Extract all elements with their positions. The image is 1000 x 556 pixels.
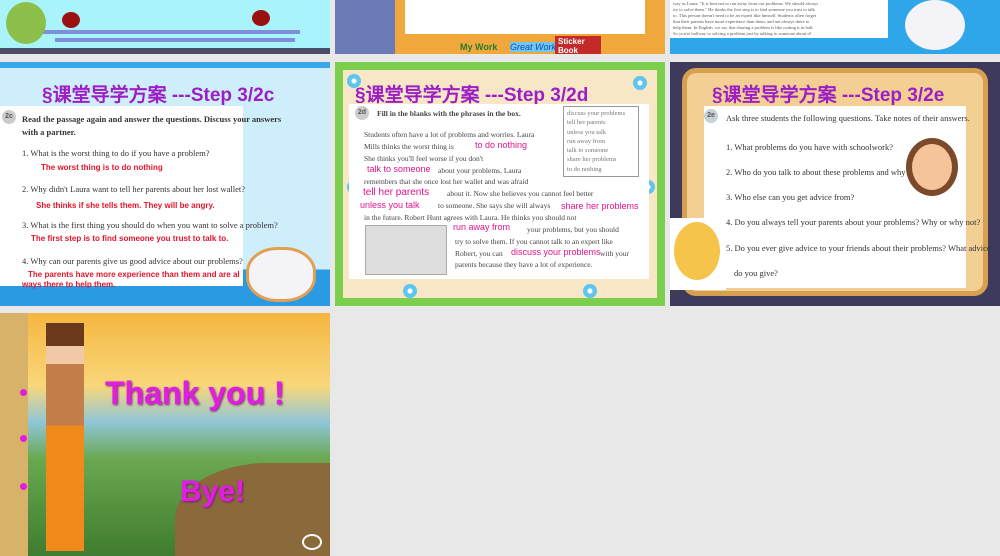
passage-line: remembers that she once lost her wallet …: [364, 177, 529, 186]
leaf-icon: [6, 2, 46, 44]
cartoon-image: [335, 0, 395, 54]
filled-answer: unless you talk: [360, 200, 420, 210]
exercise-badge: 2d: [355, 106, 369, 120]
slide-thumbnail-3[interactable]: way as Laura. "It is best not to run awa…: [670, 0, 1000, 54]
passage-line: to someone. She says she will always: [438, 201, 551, 210]
answer: The first step is to find someone you tr…: [31, 234, 229, 243]
slide-title: §课堂导学方案 ---Step 3/2c: [42, 85, 275, 106]
passage-line: Mills thinks the worst thing is: [364, 142, 454, 151]
phrase: tell her parents: [567, 119, 606, 127]
slide-thumbnail-2[interactable]: My Work Great Work Sticker Book: [335, 0, 665, 54]
question: 2. Why didn't Laura want to tell her par…: [22, 184, 246, 194]
slide-title: §课堂导学方案 ---Step 3/2e: [712, 85, 945, 106]
filled-answer: to do nothing: [475, 140, 528, 150]
phrase: talk to someone: [567, 147, 609, 155]
book-label: Sticker Book: [555, 36, 601, 54]
boy-cartoon-image: [906, 138, 958, 196]
question: 2. Who do you talk to about these proble…: [726, 167, 910, 177]
passage-line: Students often have a lot of problems an…: [364, 130, 535, 139]
passage-line: your problems, but you should: [527, 225, 619, 234]
girl-cartoon-image: [674, 222, 720, 280]
bullet: [20, 389, 27, 396]
phrase-box: discuss your problems tell her parents u…: [563, 106, 639, 178]
instruction: Ask three students the following questio…: [726, 113, 970, 123]
answer: She thinks if she tells them. They will …: [36, 201, 215, 210]
instruction: with a partner.: [22, 127, 76, 137]
book-label: Great Work: [510, 42, 557, 52]
passage-line: She thinks you'll feel worse if you don'…: [364, 154, 484, 163]
passage-text: way as Laura. "It is best not to run awa…: [670, 0, 888, 38]
logo-icon: [302, 534, 322, 550]
illustration-image: [365, 225, 447, 275]
phrase: to do nothing: [567, 165, 602, 173]
shelf-line: [55, 38, 295, 42]
filled-answer: talk to someone: [367, 164, 431, 174]
bullet: [20, 435, 27, 442]
passage-line: about your problems. Laura: [438, 166, 522, 175]
cartoon-cat-image: [246, 247, 316, 302]
phrase: discuss your problems: [567, 110, 626, 117]
passage-line: about it. Now she believes you cannot fe…: [447, 189, 594, 198]
slide-title: §课堂导学方案 ---Step 3/2d: [355, 85, 589, 106]
answer: ways there to help them.: [22, 280, 116, 289]
cartoon-cat-image: [905, 0, 965, 50]
rose-icon: [62, 12, 80, 28]
passage-line: parents because they have a lot of exper…: [455, 260, 593, 269]
question: do you give?: [734, 268, 778, 278]
instruction: Fill in the blanks with the phrases in t…: [377, 109, 521, 118]
question: 1. What is the worst thing to do if you …: [22, 148, 210, 158]
rose-icon: [252, 10, 270, 26]
exercise-badge: 2e: [704, 109, 718, 123]
question: 4. Do you always tell your parents about…: [726, 217, 981, 227]
content-area: [405, 0, 645, 34]
book-label: My Work: [460, 42, 498, 52]
slide-thumbnail-step-2d[interactable]: §课堂导学方案 ---Step 3/2d 2d Fill in the blan…: [335, 62, 665, 306]
filled-answer: discuss your problems: [511, 247, 601, 257]
phrase: share her problems: [567, 156, 617, 164]
flower-icon: [583, 284, 597, 298]
phrase: unless you talk: [567, 128, 606, 136]
shelf-line: [40, 30, 300, 34]
answer: The worst thing is to do nothing: [41, 163, 163, 172]
phrase: run away from: [567, 137, 606, 145]
instruction: Read the passage again and answer the qu…: [22, 114, 282, 124]
passage-line: try to solve them. If you cannot talk to…: [455, 237, 613, 246]
flower-icon: [633, 76, 647, 90]
filled-answer: tell her parents: [363, 187, 430, 198]
slide-thumbnail-1[interactable]: [0, 0, 330, 54]
passage-line: with your: [600, 249, 629, 258]
question: 3. Who else can you get advice from?: [726, 192, 855, 202]
flower-icon: [403, 284, 417, 298]
passage-line: in the future. Robert Hunt agrees with L…: [364, 213, 577, 222]
passage-line: So you're halfway to solving a problem j…: [673, 31, 812, 36]
slide-thumbnail-step-2e[interactable]: §课堂导学方案 ---Step 3/2e 2e Ask three studen…: [670, 62, 1000, 306]
bottom-bar: [0, 48, 330, 54]
question: 5. Do you ever give advice to your frien…: [726, 243, 991, 253]
filled-answer: run away from: [453, 222, 511, 232]
exercise-badge: 2c: [2, 110, 16, 124]
bullet: [20, 483, 27, 490]
slide-thumbnail-thank-you[interactable]: Thank you ! Bye!: [0, 313, 330, 556]
filled-answer: share her problems: [561, 201, 639, 211]
question: 3. What is the first thing you should do…: [22, 220, 278, 230]
question: 1. What problems do you have with school…: [726, 142, 893, 152]
bye-text: Bye!: [180, 475, 246, 508]
woman-illustration: [46, 323, 84, 551]
slide-thumbnail-step-2c[interactable]: §课堂导学方案 ---Step 3/2c 2c Read the passage…: [0, 62, 330, 306]
thank-you-text: Thank you !: [105, 375, 285, 411]
question: 4. Why can our parents give us good advi…: [22, 256, 243, 266]
passage-line: Robert, you can: [455, 249, 503, 258]
answer: The parents have more experience than th…: [28, 270, 240, 279]
